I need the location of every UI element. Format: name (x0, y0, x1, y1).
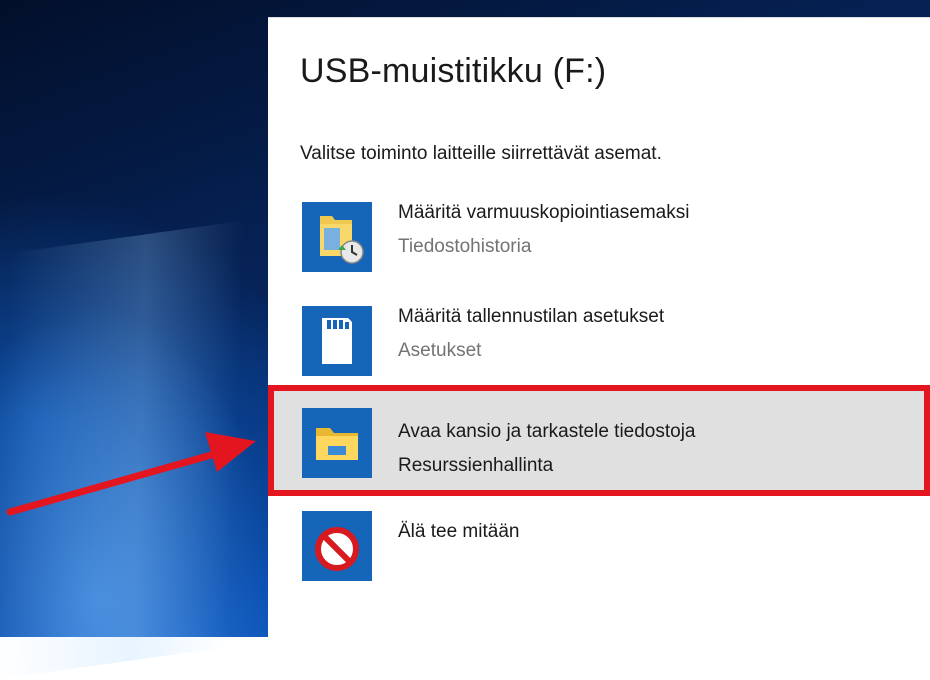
option-label: Määritä tallennustilan asetukset (398, 306, 665, 327)
option-open-folder[interactable]: Avaa kansio ja tarkastele tiedostoja Res… (268, 391, 930, 491)
wallpaper-light-beam (0, 219, 308, 680)
option-do-nothing[interactable]: Älä tee mitään (268, 511, 930, 603)
option-label: Määritä varmuuskopiointiasemaksi (398, 202, 690, 223)
panel-subtitle: Valitse toiminto laitteille siirrettävät… (300, 143, 662, 164)
option-backup-drive[interactable]: Määritä varmuuskopiointiasemaksi Tiedost… (268, 202, 930, 294)
sd-card-icon (302, 306, 372, 376)
no-action-icon (302, 511, 372, 581)
file-history-icon (302, 202, 372, 272)
option-label: Älä tee mitään (398, 521, 520, 542)
option-sublabel: Tiedostohistoria (398, 236, 532, 257)
option-storage-settings[interactable]: Määritä tallennustilan asetukset Asetuks… (268, 306, 930, 398)
panel-title: USB-muistitikku (F:) (300, 52, 607, 90)
file-explorer-icon (302, 408, 372, 478)
option-label: Avaa kansio ja tarkastele tiedostoja (398, 421, 696, 442)
option-sublabel: Resurssienhallinta (398, 455, 554, 476)
option-sublabel: Asetukset (398, 340, 482, 361)
